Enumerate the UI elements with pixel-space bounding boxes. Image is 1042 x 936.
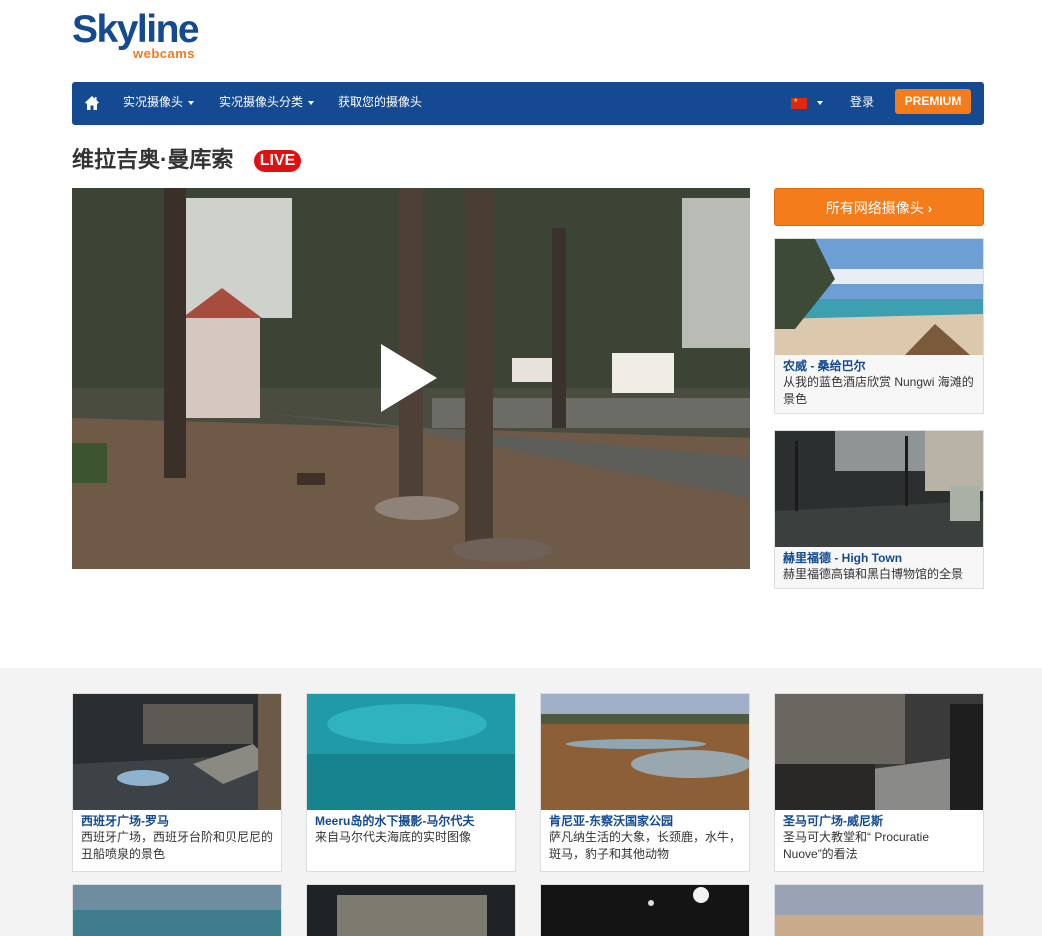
- home-icon[interactable]: [84, 95, 100, 111]
- logo-name: Skyline: [72, 8, 200, 51]
- china-flag-icon[interactable]: ★: [791, 98, 807, 109]
- login-link[interactable]: 登录: [850, 82, 874, 125]
- all-webcams-button[interactable]: 所有网络摄像头 ›: [774, 188, 984, 226]
- webcam-thumbnail: [775, 239, 983, 355]
- card-text: 赫里福德 - High Town 赫里福德高镇和黑白博物馆的全景: [775, 547, 983, 588]
- play-icon[interactable]: [379, 342, 439, 414]
- nav-webcam-categories-label: 实况摄像头分类: [219, 95, 304, 109]
- chevron-right-icon: ›: [927, 200, 933, 216]
- all-webcams-label: 所有网络摄像头: [825, 200, 924, 216]
- side-webcam-card[interactable]: 农威 - 桑给巴尔 从我的蓝色酒店欣赏 Nungwi 海滩的景色: [774, 238, 984, 414]
- main-navbar: 实况摄像头 实况摄像头分类 获取您的摄像头 ★ 登录: [72, 82, 984, 125]
- webcam-thumbnail: [307, 694, 515, 810]
- card-title[interactable]: 西班牙广场-罗马: [81, 814, 273, 829]
- card-desc: 来自马尔代夫海底的实时图像: [315, 830, 472, 844]
- card-desc: 圣马可大教堂和“ Procuratie Nuove”的看法: [783, 830, 930, 861]
- card-text: 圣马可广场-威尼斯 圣马可大教堂和“ Procuratie Nuove”的看法: [775, 810, 983, 871]
- card-desc: 西班牙广场，西班牙台阶和贝尼尼的丑船喷泉的景色: [81, 830, 274, 861]
- chevron-down-icon: [188, 100, 195, 105]
- card-title[interactable]: 圣马可广场-威尼斯: [783, 814, 975, 829]
- grid-webcam-card[interactable]: 肯尼亚-东察沃国家公园 萨凡纳生活的大象，长颈鹿，水牛，斑马，豹子和其他动物: [540, 693, 750, 872]
- live-badge: LIVE: [254, 150, 301, 172]
- page: Skyline webcams 实况摄像头 实况摄像头分类 获取您的摄像头 ★ …: [0, 0, 1042, 936]
- webcam-thumbnail: [775, 431, 983, 547]
- card-title[interactable]: Meeru岛的水下摄影-马尔代夫: [315, 814, 507, 829]
- card-desc: 赫里福德高镇和黑白博物馆的全景: [783, 567, 964, 581]
- webcam-thumbnail: [73, 885, 281, 936]
- card-text: Meeru岛的水下摄影-马尔代夫 来自马尔代夫海底的实时图像: [307, 810, 515, 871]
- webcam-thumbnail: [775, 885, 983, 936]
- grid-webcam-card[interactable]: [306, 884, 516, 936]
- side-webcam-card[interactable]: 赫里福德 - High Town 赫里福德高镇和黑白博物馆的全景: [774, 430, 984, 589]
- language-chevron-down-icon[interactable]: [817, 101, 823, 105]
- card-desc: 萨凡纳生活的大象，长颈鹿，水牛，斑马，豹子和其他动物: [549, 830, 742, 861]
- premium-button[interactable]: PREMIUM: [895, 89, 971, 114]
- card-text: 农威 - 桑给巴尔 从我的蓝色酒店欣赏 Nungwi 海滩的景色: [775, 355, 983, 413]
- chevron-down-icon: [308, 100, 315, 105]
- video-player[interactable]: [72, 188, 750, 569]
- webcam-thumbnail: [775, 694, 983, 810]
- logo-sub: webcams: [133, 46, 196, 61]
- grid-webcam-card[interactable]: [774, 884, 984, 936]
- webcam-thumbnail: [541, 694, 749, 810]
- webcam-thumbnail: [73, 694, 281, 810]
- webcam-thumbnail: [307, 885, 515, 936]
- nav-live-webcams[interactable]: 实况摄像头: [123, 82, 195, 125]
- nav-live-webcams-label: 实况摄像头: [123, 95, 184, 109]
- nav-get-webcam[interactable]: 获取您的摄像头: [338, 82, 422, 125]
- skyline-logo[interactable]: Skyline webcams: [72, 10, 212, 62]
- card-title[interactable]: 农威 - 桑给巴尔: [783, 359, 975, 374]
- card-text: 西班牙广场-罗马 西班牙广场，西班牙台阶和贝尼尼的丑船喷泉的景色: [73, 810, 281, 871]
- nav-webcam-categories[interactable]: 实况摄像头分类: [219, 82, 315, 125]
- webcam-thumbnail: [541, 885, 749, 936]
- grid-webcam-card[interactable]: [540, 884, 750, 936]
- grid-webcam-card[interactable]: Meeru岛的水下摄影-马尔代夫 来自马尔代夫海底的实时图像: [306, 693, 516, 872]
- card-title[interactable]: 赫里福德 - High Town: [783, 551, 975, 566]
- card-desc: 从我的蓝色酒店欣赏 Nungwi 海滩的景色: [783, 375, 974, 406]
- grid-webcam-card[interactable]: 圣马可广场-威尼斯 圣马可大教堂和“ Procuratie Nuove”的看法: [774, 693, 984, 872]
- card-text: 肯尼亚-东察沃国家公园 萨凡纳生活的大象，长颈鹿，水牛，斑马，豹子和其他动物: [541, 810, 749, 871]
- page-title: 维拉吉奥·曼库索: [72, 147, 234, 172]
- grid-webcam-card[interactable]: 西班牙广场-罗马 西班牙广场，西班牙台阶和贝尼尼的丑船喷泉的景色: [72, 693, 282, 872]
- grid-webcam-card[interactable]: [72, 884, 282, 936]
- card-title[interactable]: 肯尼亚-东察沃国家公园: [549, 814, 741, 829]
- nav-get-webcam-label: 获取您的摄像头: [338, 95, 423, 109]
